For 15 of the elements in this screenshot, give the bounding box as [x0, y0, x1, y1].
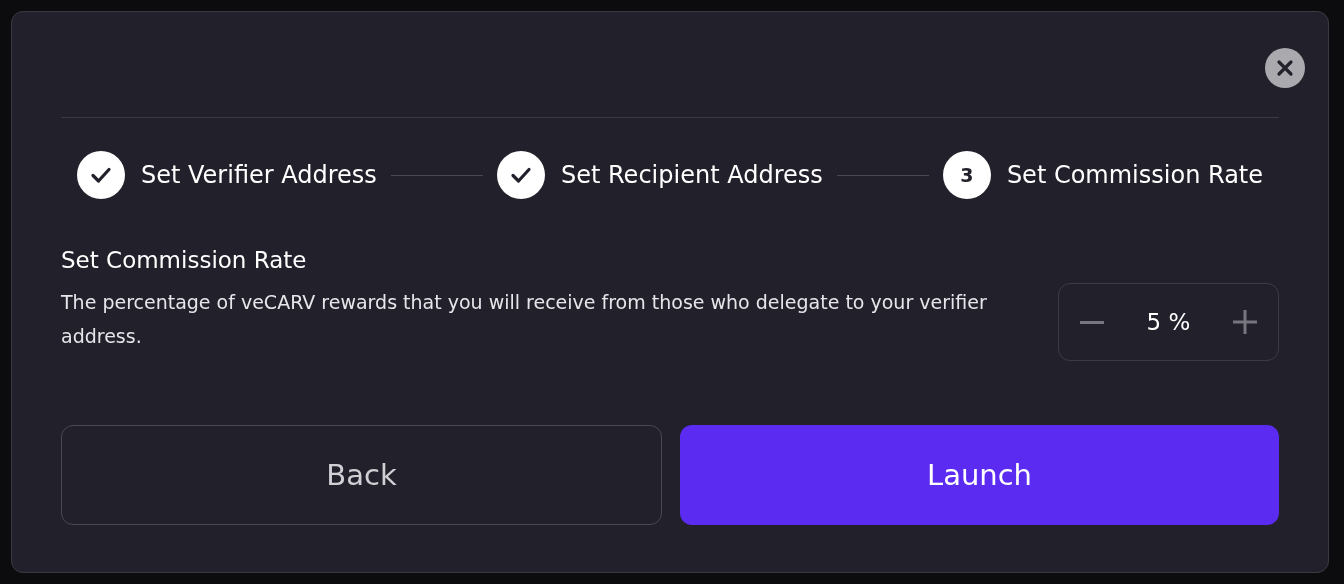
launch-button[interactable]: Launch	[680, 425, 1279, 525]
section-title: Set Commission Rate	[61, 247, 308, 273]
close-button[interactable]	[1265, 48, 1305, 88]
close-icon	[1276, 59, 1294, 77]
step-label: Set Recipient Address	[561, 161, 823, 189]
step-label: Set Commission Rate	[1006, 161, 1263, 189]
description: The percentage of veCARV rewards that you will receive from those who delegate to your verifier address.	[61, 290, 988, 349]
increase-button[interactable]	[1232, 309, 1258, 335]
plus-icon	[1232, 309, 1258, 335]
step-number: 3	[942, 151, 991, 199]
minus-icon	[1079, 320, 1105, 324]
back-button[interactable]: Back	[61, 425, 662, 525]
step-label: Set Verifier Address	[141, 161, 377, 189]
rate-value: 5 %	[1146, 309, 1191, 335]
decrease-button[interactable]	[1079, 320, 1105, 324]
